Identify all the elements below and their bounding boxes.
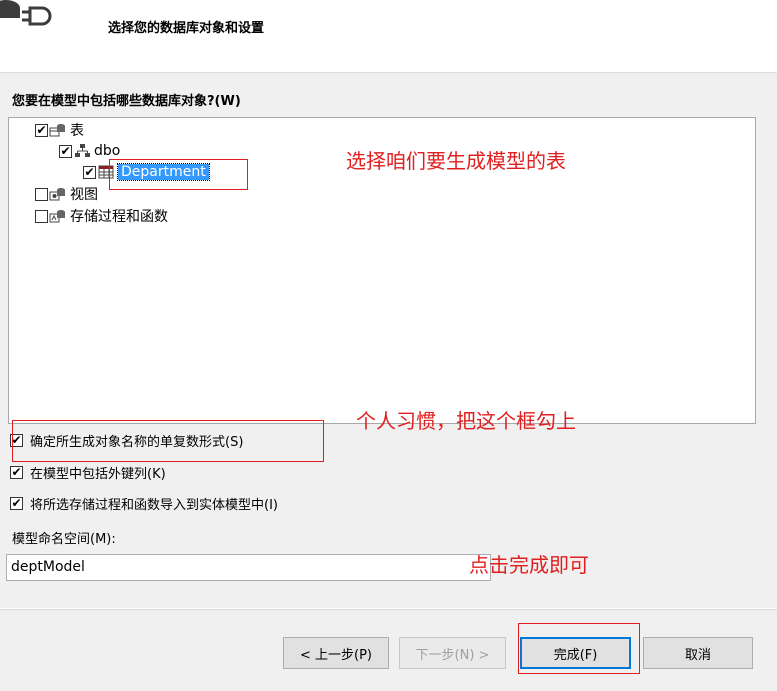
option-foreign-keys[interactable]: ✔ 在模型中包括外键列(K) (10, 463, 166, 482)
procedures-folder-icon (49, 210, 65, 223)
previous-button[interactable]: < 上一步(P) (283, 637, 389, 669)
annotation-box-pluralize (12, 420, 324, 462)
tree-label: 视图 (70, 187, 98, 203)
import-procedures-checkbox[interactable]: ✔ (10, 496, 23, 510)
foreign-keys-label: 在模型中包括外键列(K) (30, 466, 166, 482)
views-folder-icon (49, 188, 65, 201)
views-checkbox[interactable] (35, 187, 48, 201)
objects-question-label: 您要在模型中包括哪些数据库对象?(W) (12, 94, 241, 109)
dbo-checkbox[interactable]: ✔ (59, 144, 72, 158)
wizard-footer: < 上一步(P) 下一步(N) > 完成(F) 取消 (0, 609, 777, 691)
database-connection-icon (0, 0, 52, 26)
tree-label: 存储过程和函数 (70, 209, 168, 225)
foreign-keys-checkbox[interactable]: ✔ (10, 465, 23, 479)
schema-icon (75, 144, 90, 157)
wizard-header: 选择您的数据库对象和设置 (0, 0, 777, 73)
annotation-box-finish (518, 623, 640, 674)
page-title: 选择您的数据库对象和设置 (108, 21, 265, 36)
annotation-box-department (109, 159, 248, 190)
department-checkbox[interactable]: ✔ (83, 165, 96, 179)
tree-label: dbo (94, 143, 121, 159)
annotation-finish-note: 点击完成即可 (469, 553, 589, 577)
procedures-checkbox[interactable] (35, 209, 48, 223)
next-button[interactable]: 下一步(N) > (399, 637, 506, 669)
tree-node-procedures[interactable]: 存储过程和函数 (35, 206, 168, 226)
annotation-table-note: 选择咱们要生成模型的表 (346, 149, 566, 173)
option-import-procedures[interactable]: ✔ 将所选存储过程和函数导入到实体模型中(I) (10, 494, 278, 513)
import-procedures-label: 将所选存储过程和函数导入到实体模型中(I) (30, 497, 278, 513)
tables-folder-icon (49, 124, 65, 137)
tree-node-tables[interactable]: ✔ 表 (35, 120, 84, 140)
annotation-habit-note: 个人习惯，把这个框勾上 (356, 409, 576, 433)
tree-label: 表 (70, 123, 84, 139)
namespace-label: 模型命名空间(M): (12, 532, 116, 547)
cancel-button[interactable]: 取消 (643, 637, 753, 669)
namespace-input[interactable]: deptModel (6, 554, 491, 581)
tables-checkbox[interactable]: ✔ (35, 123, 48, 137)
tree-node-views[interactable]: 视图 (35, 184, 98, 204)
tree-node-dbo[interactable]: ✔ dbo (59, 141, 120, 161)
